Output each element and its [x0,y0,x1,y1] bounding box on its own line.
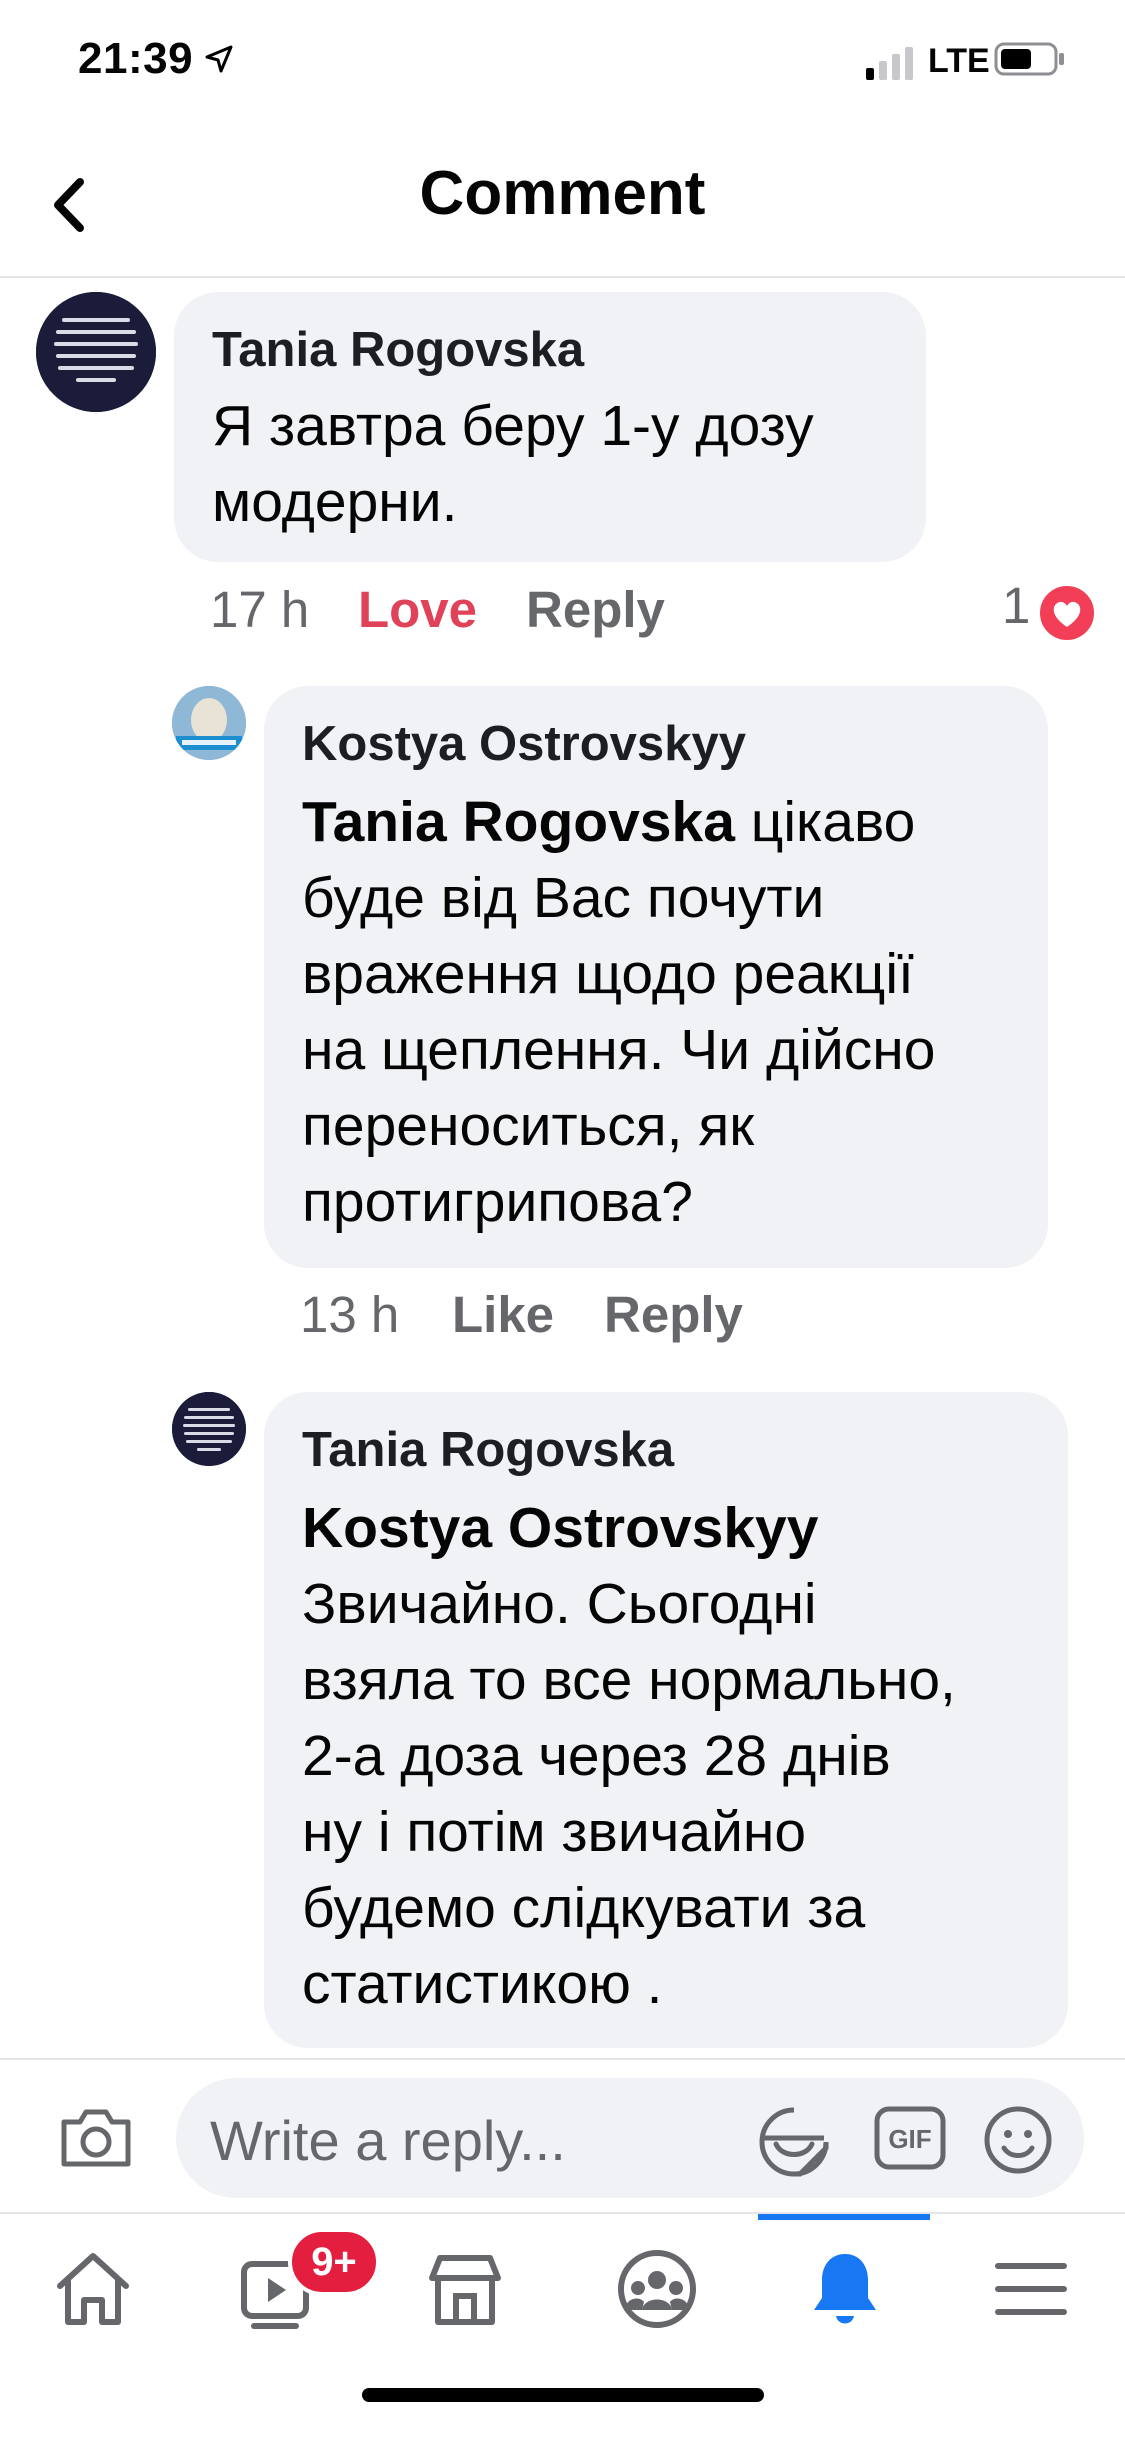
notification-badge: 9+ [288,2228,380,2296]
gif-icon[interactable]: GIF [874,2106,946,2170]
comment-text-line: модерни. [212,470,458,534]
avatar[interactable] [172,1392,246,1466]
comment-author[interactable]: Kostya Ostrovskyy [302,716,746,772]
mention-link[interactable]: Kostya Ostrovskyy [302,1490,956,1566]
battery-icon [994,42,1064,76]
comment-bubble[interactable]: Tania Rogovska Kostya Ostrovskyy Звичайн… [264,1392,1068,2048]
active-tab-indicator [758,2214,930,2220]
comment-bubble[interactable]: Tania Rogovska Я завтра беру 1-у дозу мо… [174,292,926,562]
camera-icon[interactable] [58,2106,134,2170]
cellular-signal-icon [866,47,913,80]
emoji-icon[interactable] [982,2104,1054,2176]
tab-bar: 9+ [0,2212,1125,2438]
love-reaction-icon [1036,582,1098,644]
avatar[interactable] [172,686,246,760]
sticker-icon[interactable] [756,2104,832,2180]
comment-author[interactable]: Tania Rogovska [302,1422,674,1478]
home-icon[interactable] [48,2244,138,2334]
page-title: Comment [419,159,706,228]
comment-text-line: будемо слідкувати за [302,1876,866,1940]
reply-input[interactable]: Write a reply... GIF [176,2078,1084,2198]
comment-text: Kostya Ostrovskyy Звичайно. Сьогодні взя… [302,1490,956,2022]
comment-text-line: цікаво [734,790,916,854]
quote-image-avatar [36,292,156,412]
comment-text-line: Звичайно. Сьогодні [302,1572,817,1636]
reaction-count[interactable]: 1 [1002,576,1030,635]
comment-text-line: статистикою . [302,1952,663,2016]
reply-button[interactable]: Reply [526,580,665,639]
menu-icon[interactable] [986,2244,1076,2334]
mention-link[interactable]: Tania Rogovska [302,790,735,854]
avatar[interactable] [36,292,156,412]
comment-text-line: враження щодо реакції [302,942,914,1006]
network-type: LTE [928,42,990,80]
comment-text: Я завтра беру 1-у дозу модерни. [212,388,814,540]
header: Comment [0,130,1125,278]
comment-time: 17 h [210,581,310,638]
status-bar: 21:39 LTE [0,0,1125,130]
notifications-bell-icon[interactable] [800,2244,890,2334]
status-time: 21:39 [78,34,194,83]
gif-label: GIF [888,2124,931,2154]
comment-text-line: буде від Вас почути [302,866,825,930]
comment-text-line: взяла то все нормально, [302,1648,956,1712]
comment-author[interactable]: Tania Rogovska [212,322,584,378]
comment-time: 13 h [300,1286,400,1343]
mask-avatar-icon [172,686,246,760]
reply-bar: Write a reply... GIF [0,2058,1125,2212]
love-button[interactable]: Love [358,580,477,639]
comment-text-line: на щеплення. Чи дійсно [302,1018,936,1082]
comment-text-line: Я завтра беру 1-у дозу [212,394,814,458]
reply-button[interactable]: Reply [604,1285,743,1344]
home-indicator [362,2388,764,2402]
groups-icon[interactable] [612,2244,702,2334]
quote-image-avatar [172,1392,246,1466]
comment-bubble[interactable]: Kostya Ostrovskyy Tania Rogovska цікаво … [264,686,1048,1268]
comment-text-line: протигрипова? [302,1170,693,1234]
comment-text-line: переноситься, як [302,1094,755,1158]
marketplace-icon[interactable] [420,2244,510,2334]
comment-text-line: ну і потім звичайно [302,1800,807,1864]
reply-placeholder: Write a reply... [210,2109,566,2172]
comment-text-line: 2-а доза через 28 днів [302,1724,891,1788]
comment-text: Tania Rogovska цікаво буде від Вас почут… [302,784,935,1240]
like-button[interactable]: Like [452,1285,554,1344]
location-arrow-icon [205,45,233,73]
